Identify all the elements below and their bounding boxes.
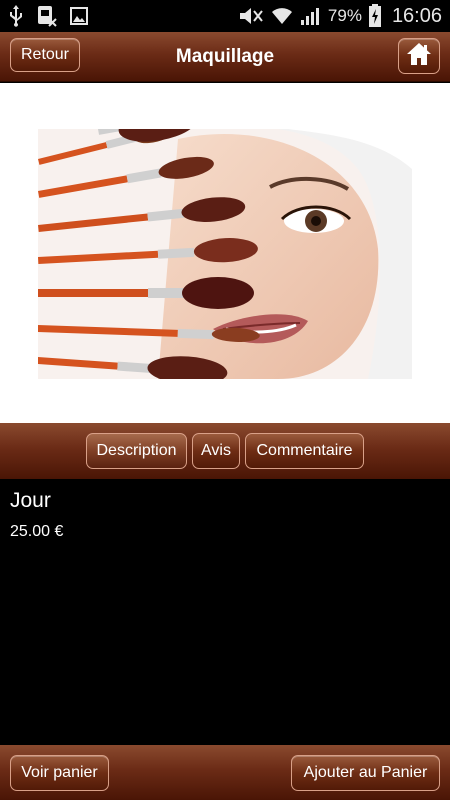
battery-charging-icon <box>368 4 382 28</box>
view-cart-button[interactable]: Voir panier <box>10 755 109 791</box>
image-area <box>0 83 450 423</box>
home-icon <box>406 42 432 71</box>
description-panel: Jour 25.00 € <box>0 479 450 745</box>
product-image <box>38 129 412 379</box>
wifi-icon <box>270 6 294 26</box>
app-header: Retour Maquillage <box>0 32 450 82</box>
tab-description[interactable]: Description <box>86 433 187 469</box>
usb-icon <box>8 5 24 27</box>
status-left-icons <box>8 5 88 27</box>
add-to-cart-button[interactable]: Ajouter au Panier <box>291 755 440 791</box>
back-button[interactable]: Retour <box>10 38 80 72</box>
clock: 16:06 <box>391 4 442 27</box>
status-bar: 79% 16:06 <box>0 0 450 32</box>
tab-bar: Description Avis Commentaire <box>0 423 450 479</box>
product-price: 25.00 € <box>10 523 64 540</box>
status-right-icons: 79% 16:06 <box>238 4 442 28</box>
tab-commentaire[interactable]: Commentaire <box>245 433 364 469</box>
tab-avis[interactable]: Avis <box>192 433 240 469</box>
product-name: Jour <box>10 489 51 512</box>
battery-percent: 79% <box>327 6 362 25</box>
footer-bar: Voir panier Ajouter au Panier <box>0 745 450 800</box>
sim-card-icon <box>36 5 58 27</box>
image-icon <box>70 7 88 25</box>
signal-icon <box>300 6 322 26</box>
mute-icon <box>238 5 264 27</box>
home-button[interactable] <box>398 38 440 74</box>
